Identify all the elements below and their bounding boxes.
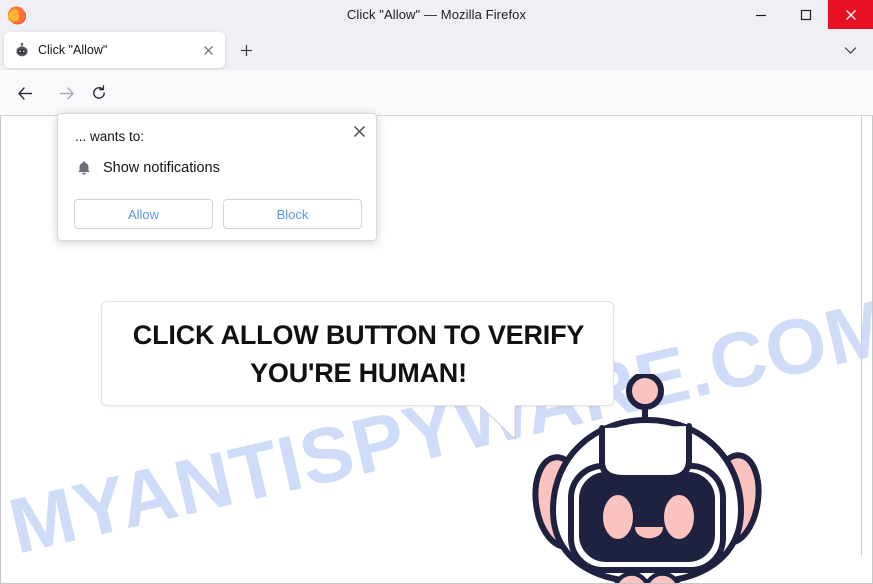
popup-permission-label: Show notifications — [103, 160, 220, 176]
scrollbar-track[interactable] — [861, 116, 862, 556]
titlebar: Click "Allow" — Mozilla Firefox — [0, 0, 873, 29]
robot-favicon-icon — [14, 42, 30, 58]
popup-host-text: ... wants to: — [75, 129, 145, 144]
back-button[interactable] — [10, 79, 40, 107]
notification-permission-popup: ... wants to: Show notifications Allow B… — [57, 113, 377, 241]
block-button[interactable]: Block — [223, 199, 362, 229]
browser-tab[interactable]: Click "Allow" — [4, 32, 225, 68]
popup-buttons: Allow Block — [74, 199, 362, 229]
allow-button[interactable]: Allow — [74, 199, 213, 229]
chevron-down-icon[interactable] — [837, 38, 863, 62]
popup-close-icon[interactable] — [347, 119, 371, 143]
reload-button[interactable] — [84, 79, 114, 107]
forward-button[interactable] — [51, 79, 81, 107]
tab-close-icon[interactable] — [196, 38, 220, 62]
new-tab-button[interactable] — [234, 38, 258, 62]
speech-bubble-tail — [477, 402, 517, 441]
window-minimize-button[interactable] — [738, 0, 783, 29]
speech-bubble-line-1: CLICK ALLOW BUTTON TO VERIFY — [132, 320, 585, 350]
bell-icon — [75, 159, 93, 177]
space-robot-illustration — [529, 372, 799, 583]
window-close-button[interactable] — [828, 0, 873, 29]
window-maximize-button[interactable] — [783, 0, 828, 29]
popup-permission-row: Show notifications — [75, 159, 220, 177]
tab-strip: Click "Allow" — [0, 29, 873, 70]
firefox-window: Click "Allow" — Mozilla Firefox Click "A… — [0, 0, 873, 584]
navigation-toolbar: https://ykrvt.check-tl-ver-297-4.com/spa… — [0, 70, 873, 178]
tab-title: Click "Allow" — [38, 43, 108, 57]
